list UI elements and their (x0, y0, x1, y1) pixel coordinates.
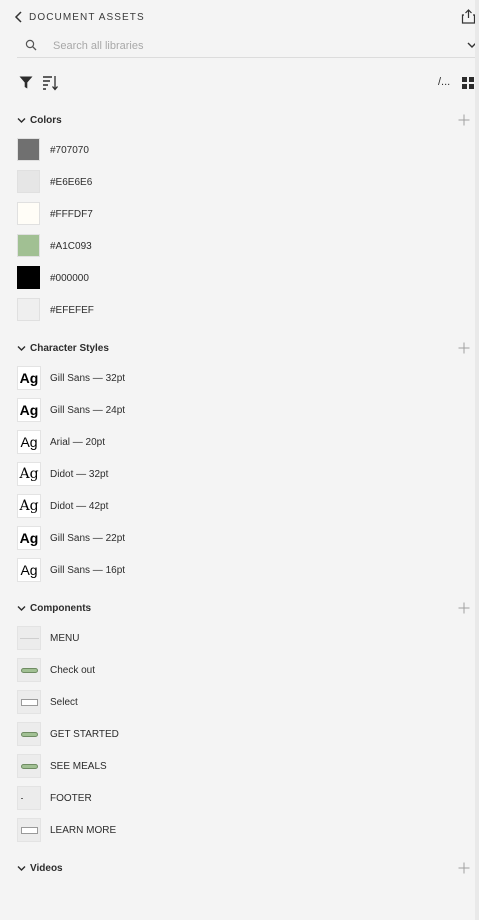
character-style-row[interactable]: Ag Gill Sans — 22pt (0, 524, 475, 552)
chevron-down-icon[interactable] (17, 865, 26, 872)
color-swatch-label: #707070 (50, 145, 89, 156)
character-style-label: Didot — 42pt (50, 501, 109, 512)
colors-section-title: Colors (30, 115, 62, 126)
character-style-row[interactable]: Ag Arial — 20pt (0, 428, 475, 456)
chevron-down-icon[interactable] (17, 117, 26, 124)
components-section-header[interactable]: Components (0, 599, 475, 619)
font-preview-chip: Ag (17, 398, 41, 422)
component-row[interactable]: FOOTER (0, 784, 475, 812)
panel-title: DOCUMENT ASSETS (29, 12, 145, 23)
color-swatch-row[interactable]: #E6E6E6 (0, 168, 475, 196)
font-preview-chip: Ag (17, 558, 41, 582)
color-swatch[interactable] (17, 266, 40, 289)
color-swatch[interactable] (17, 234, 40, 257)
color-swatch-row[interactable]: #707070 (0, 136, 475, 164)
character-style-row[interactable]: Ag Didot — 42pt (0, 492, 475, 520)
component-thumbnail (17, 754, 41, 778)
character-style-row[interactable]: Ag Gill Sans — 24pt (0, 396, 475, 424)
chevron-down-icon[interactable] (17, 345, 26, 352)
add-component-icon[interactable] (458, 602, 470, 614)
back-chevron-icon[interactable] (14, 11, 24, 23)
component-thumbnail (17, 658, 41, 682)
component-label: GET STARTED (50, 729, 119, 740)
color-swatch-label: #E6E6E6 (50, 177, 93, 188)
character-style-label: Didot — 32pt (50, 469, 109, 480)
component-thumbnail-shape (21, 668, 38, 673)
component-thumbnail-shape (21, 764, 38, 769)
grid-view-icon[interactable] (462, 77, 474, 89)
assets-panel: DOCUMENT ASSETS Search all libraries /..… (0, 0, 477, 920)
component-thumbnail-shape (21, 732, 38, 737)
component-thumbnail (17, 626, 41, 650)
character-styles-section-title: Character Styles (30, 343, 109, 354)
character-style-label: Gill Sans — 16pt (50, 565, 126, 576)
component-row[interactable]: GET STARTED (0, 720, 475, 748)
component-row[interactable]: Check out (0, 656, 475, 684)
component-label: SEE MEALS (50, 761, 107, 772)
color-swatch-label: #EFEFEF (50, 305, 94, 316)
font-preview-chip: Ag (17, 462, 41, 486)
add-character-style-icon[interactable] (458, 342, 470, 354)
share-icon[interactable] (461, 9, 476, 24)
chevron-down-icon[interactable] (17, 605, 26, 612)
component-thumbnail (17, 690, 41, 714)
color-swatch[interactable] (17, 202, 40, 225)
toolbar: /... (0, 70, 475, 96)
character-styles-section-header[interactable]: Character Styles (0, 339, 475, 359)
component-row[interactable]: SEE MEALS (0, 752, 475, 780)
character-style-row[interactable]: Ag Gill Sans — 32pt (0, 364, 475, 392)
filter-icon[interactable] (19, 76, 33, 89)
color-swatch[interactable] (17, 170, 40, 193)
color-swatch-label: #A1C093 (50, 241, 92, 252)
color-swatch-row[interactable]: #A1C093 (0, 232, 475, 260)
component-thumbnail (17, 818, 41, 842)
character-style-label: Gill Sans — 22pt (50, 533, 126, 544)
component-row[interactable]: Select (0, 688, 475, 716)
colors-section-header[interactable]: Colors (0, 111, 475, 131)
component-label: MENU (50, 633, 80, 644)
font-preview-chip: Ag (17, 430, 41, 454)
component-thumbnail-shape (21, 699, 38, 706)
component-thumbnail-shape (21, 827, 38, 834)
scrollbar[interactable] (475, 0, 479, 920)
search-bar[interactable]: Search all libraries (17, 34, 477, 58)
component-thumbnail (17, 722, 41, 746)
path-view-toggle[interactable]: /... (438, 76, 450, 88)
color-swatch[interactable] (17, 298, 40, 321)
component-label: LEARN MORE (50, 825, 117, 836)
color-swatch-label: #000000 (50, 273, 89, 284)
videos-section-header[interactable]: Videos (0, 859, 475, 879)
character-style-row[interactable]: Ag Gill Sans — 16pt (0, 556, 475, 584)
component-thumbnail-shape (20, 638, 39, 639)
color-swatch-row[interactable]: #EFEFEF (0, 296, 475, 324)
component-label: FOOTER (50, 793, 92, 804)
videos-section-title: Videos (30, 863, 63, 874)
component-thumbnail (17, 786, 41, 810)
search-input[interactable]: Search all libraries (53, 40, 143, 52)
component-row[interactable]: LEARN MORE (0, 816, 475, 844)
font-preview-chip: Ag (17, 526, 41, 550)
character-style-label: Arial — 20pt (50, 437, 106, 448)
color-swatch-row[interactable]: #000000 (0, 264, 475, 292)
components-section-title: Components (30, 603, 92, 614)
color-swatch-row[interactable]: #FFFDF7 (0, 200, 475, 228)
font-preview-chip: Ag (17, 366, 41, 390)
sort-icon[interactable] (42, 75, 59, 91)
component-thumbnail-shape (21, 798, 23, 799)
character-style-row[interactable]: Ag Didot — 32pt (0, 460, 475, 488)
add-video-icon[interactable] (458, 862, 470, 874)
character-style-label: Gill Sans — 24pt (50, 405, 126, 416)
search-icon (25, 39, 37, 51)
character-style-label: Gill Sans — 32pt (50, 373, 126, 384)
color-swatch-label: #FFFDF7 (50, 209, 93, 220)
add-color-icon[interactable] (458, 114, 470, 126)
component-label: Select (50, 697, 78, 708)
font-preview-chip: Ag (17, 494, 41, 518)
panel-header: DOCUMENT ASSETS (0, 0, 476, 34)
color-swatch[interactable] (17, 138, 40, 161)
component-label: Check out (50, 665, 96, 676)
component-row[interactable]: MENU (0, 624, 475, 652)
